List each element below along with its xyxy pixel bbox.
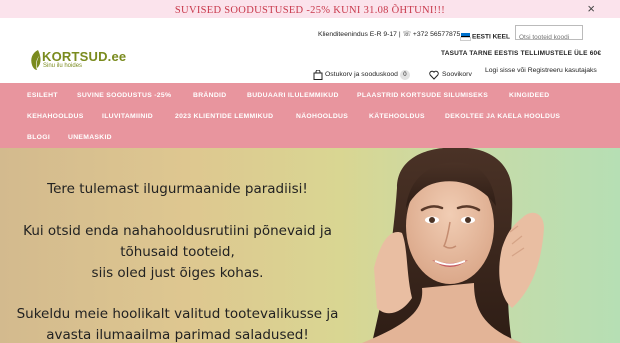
cart-count-badge: 0 bbox=[399, 69, 410, 80]
search-box[interactable] bbox=[515, 25, 583, 44]
close-icon[interactable]: × bbox=[587, 1, 595, 17]
nav-item-esileht[interactable]: ESILEHT bbox=[27, 92, 58, 99]
hero-heading: Tere tulemast ilugurmaanide paradiisi! bbox=[47, 181, 308, 197]
promo-bar: SUVISED SOODUSTUSED -25% KUNI 31.08 ÕHTU… bbox=[0, 0, 620, 18]
login-register-link[interactable]: Logi sisse või Registreeru kasutajaks bbox=[485, 67, 597, 74]
main-nav: ESILEHT SUVINE SOODUSTUS -25% BRÄNDID BU… bbox=[0, 83, 620, 148]
logo-name: KORTSUD.ee bbox=[42, 49, 127, 64]
logo-tagline: Sinu ilu hoides bbox=[43, 63, 83, 69]
nav-item-sleep-masks[interactable]: UNEMASKID bbox=[68, 134, 112, 141]
nav-item-face-care[interactable]: NÄOHOOLDUS bbox=[296, 113, 348, 120]
hero-text-line: siis oled just õiges kohas. bbox=[91, 265, 264, 281]
wishlist-link[interactable]: Soovikorv bbox=[429, 66, 472, 80]
cart-label: Ostukorv ja sooduskood bbox=[325, 71, 398, 79]
hero-text-line: avasta ilumaailma parimad saladused! bbox=[46, 327, 309, 343]
language-selector[interactable]: EESTI KEEL bbox=[460, 28, 510, 42]
logo[interactable]: KORTSUD.ee Sinu ilu hoides bbox=[29, 49, 126, 73]
nav-item-beauty-vitamins[interactable]: ILUVITAMIINID bbox=[102, 113, 153, 120]
hero-text-line: tõhusaid tooteid, bbox=[120, 244, 235, 260]
wishlist-label: Soovikorv bbox=[442, 71, 472, 79]
nav-item-gift-ideas[interactable]: KINGIDEED bbox=[509, 92, 549, 99]
nav-item-decollete-neck-care[interactable]: DEKOLTEE JA KAELA HOOLDUS bbox=[445, 113, 560, 120]
customer-service-info: Klienditeenindus E-R 9-17 | ☏ +372 56577… bbox=[318, 31, 461, 38]
nav-item-2023-favorites[interactable]: 2023 KLIENTIDE LEMMIKUD bbox=[175, 113, 273, 120]
leaf-logo-icon bbox=[31, 50, 41, 70]
nav-item-boudoir-favorites[interactable]: BUDUAARI ILULEMMIKUD bbox=[247, 92, 339, 99]
nav-item-hand-care[interactable]: KÄTEHOOLDUS bbox=[369, 113, 425, 120]
nav-item-summer-sale[interactable]: SUVINE SOODUSTUS -25% bbox=[77, 92, 171, 99]
hero-banner[interactable]: Tere tulemast ilugurmaanide paradiisi! K… bbox=[0, 148, 620, 343]
nav-item-blog[interactable]: BLOGI bbox=[27, 134, 50, 141]
free-shipping-notice: TASUTA TARNE EESTIS TELLIMUSTELE ÜLE 60€ bbox=[441, 50, 602, 57]
heart-icon bbox=[429, 70, 439, 80]
estonian-flag-icon bbox=[460, 33, 471, 42]
nav-item-brands[interactable]: BRÄNDID bbox=[193, 92, 226, 99]
site-header: KORTSUD.ee Sinu ilu hoides Klienditeenin… bbox=[0, 18, 620, 83]
hero-text-line: Kui otsid enda nahahooldusrutiini põneva… bbox=[23, 223, 332, 239]
cart-link[interactable]: Ostukorv ja sooduskood 0 bbox=[313, 66, 410, 80]
shopping-bag-icon bbox=[313, 69, 323, 80]
nav-item-wrinkle-patches[interactable]: PLAASTRID KORTSUDE SILUMISEKS bbox=[357, 92, 488, 99]
nav-item-body-care[interactable]: KEHAHOOLDUS bbox=[27, 113, 84, 120]
promo-text: SUVISED SOODUSTUSED -25% KUNI 31.08 ÕHTU… bbox=[174, 5, 446, 16]
hero-text-line: Sukeldu meie hoolikalt valitud tootevali… bbox=[16, 306, 339, 322]
search-input[interactable] bbox=[516, 31, 582, 44]
language-label: EESTI KEEL bbox=[472, 33, 510, 41]
woman-portrait-image bbox=[362, 148, 544, 343]
